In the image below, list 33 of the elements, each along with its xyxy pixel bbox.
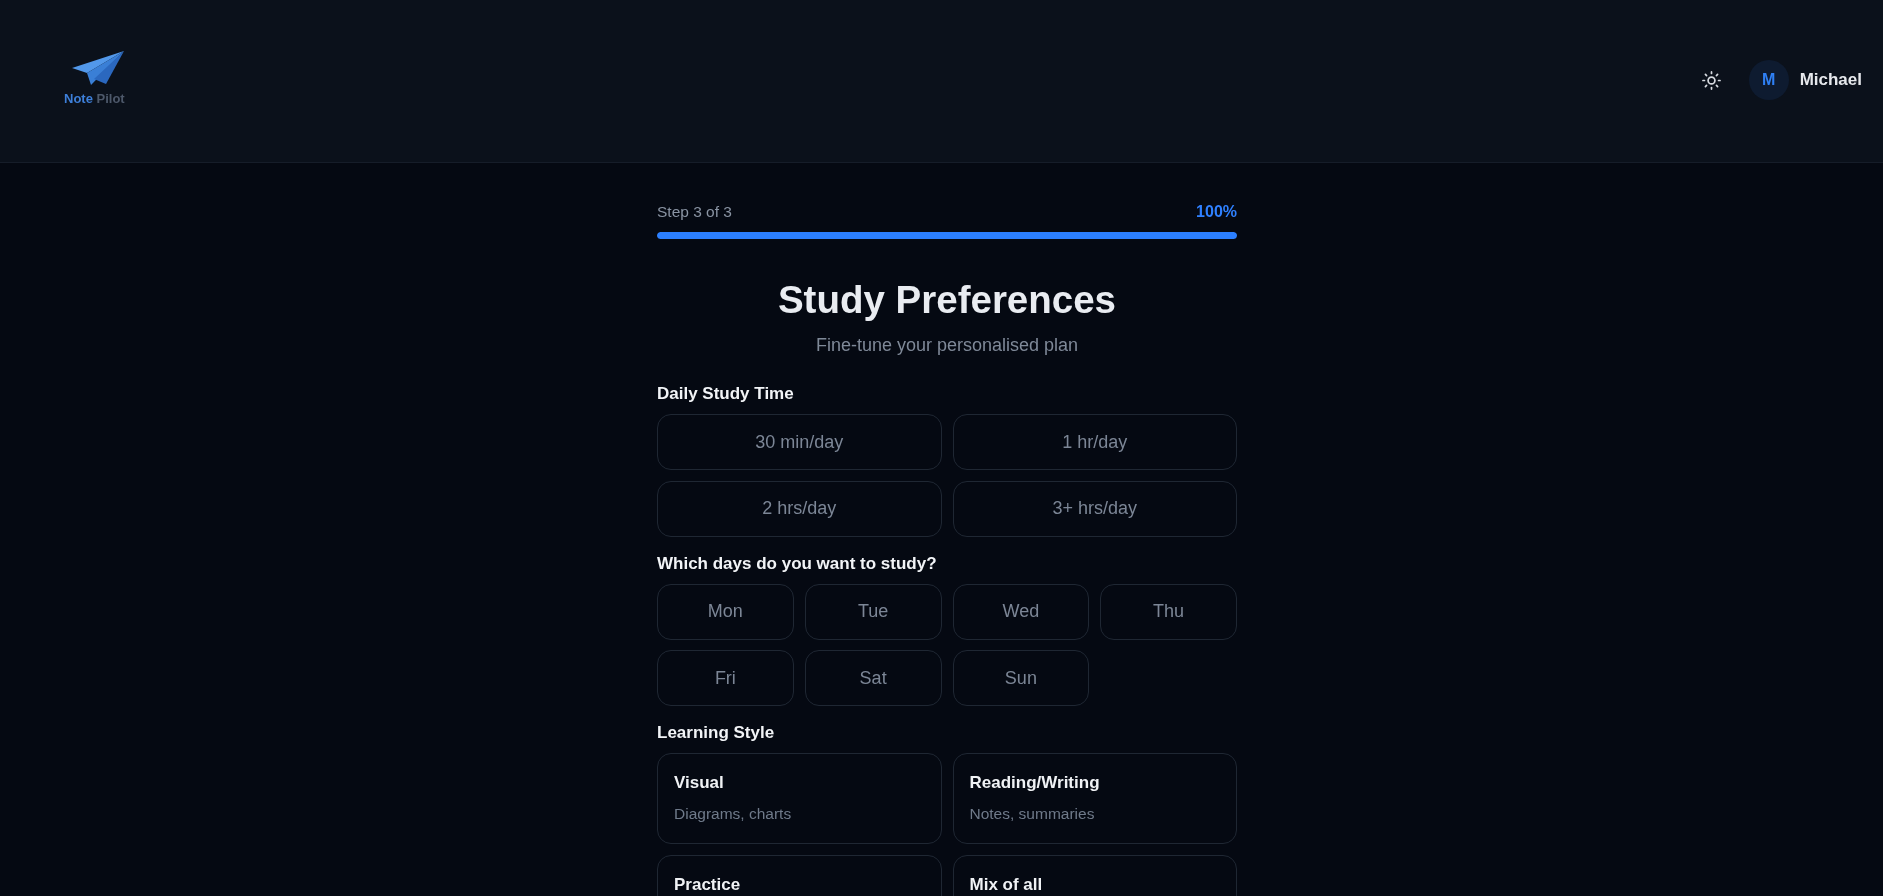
time-option[interactable]: 30 min/day [657, 414, 942, 470]
day-option[interactable]: Wed [952, 583, 1090, 640]
section-label: Which days do you want to study? [657, 552, 938, 575]
time-option[interactable]: 3+ hrs/day [952, 480, 1237, 537]
user-avatar[interactable]: M [1748, 60, 1789, 100]
sun-icon [1701, 70, 1721, 90]
learning-style-card[interactable]: Visual Diagrams, charts [657, 753, 942, 844]
section-label: Daily Study Time [657, 383, 795, 405]
card-title: Visual [674, 773, 724, 793]
day-option[interactable]: Thu [1100, 583, 1237, 640]
day-option[interactable]: Sun [952, 650, 1090, 706]
time-option[interactable]: 2 hrs/day [657, 480, 942, 537]
user-name[interactable]: Michael [1799, 70, 1862, 90]
learning-style-card[interactable]: Mix of all [952, 854, 1237, 896]
section-label: Learning Style [657, 722, 776, 744]
page-subtitle: Fine-tune your personalised plan [814, 334, 1080, 357]
card-description: Diagrams, charts [674, 804, 792, 824]
card-title: Mix of all [969, 874, 1043, 895]
card-title: Practice [674, 874, 741, 895]
percent-label: 100% [1196, 202, 1237, 222]
step-label: Step 3 of 3 [657, 202, 732, 222]
learning-style-card[interactable]: Reading/Writing Notes, summaries [952, 753, 1237, 844]
logo-text: Note Pilot [64, 90, 125, 106]
card-title: Reading/Writing [969, 773, 1100, 793]
day-option[interactable]: Fri [657, 650, 794, 706]
page-title: Study Preferences [776, 277, 1118, 323]
day-option[interactable]: Tue [804, 583, 942, 640]
day-option[interactable]: Sat [804, 650, 942, 706]
paper-plane-icon [72, 50, 125, 85]
day-option[interactable]: Mon [657, 583, 794, 640]
time-option[interactable]: 1 hr/day [952, 414, 1237, 470]
learning-style-card[interactable]: Practice [657, 854, 942, 896]
card-description: Notes, summaries [969, 804, 1095, 824]
